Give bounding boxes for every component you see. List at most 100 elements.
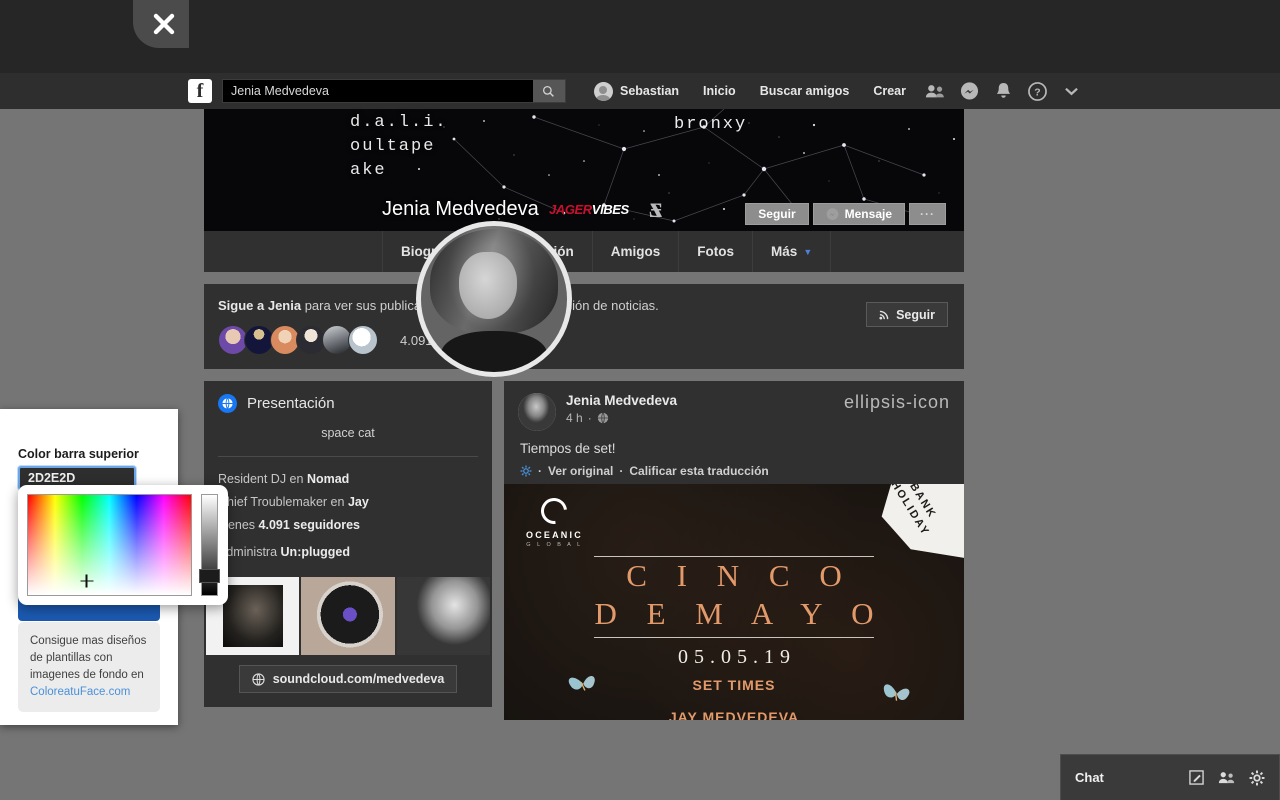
intro-detail-work: Resident DJ en Nomad: [218, 469, 478, 490]
follower-avatars-row: 4.091 seguidores: [218, 325, 950, 355]
intro-detail-prefix: Chief Troublemaker en: [218, 495, 348, 509]
jager-text: JAGER: [549, 202, 592, 217]
cover-action-buttons: Seguir Mensaje ···: [745, 203, 946, 225]
follow-card-text: Sigue a Jenia para ver sus publicaciones…: [218, 298, 950, 313]
intro-detail-bold: Nomad: [306, 472, 350, 486]
cover-text: d.a.l.i. oultape ake: [350, 111, 448, 183]
post-header: Jenia Medvedeva 4 h · ellipsis-icon: [504, 381, 964, 431]
nav-link-inicio[interactable]: Inicio: [691, 84, 748, 98]
nav-link-buscar-amigos[interactable]: Buscar amigos: [748, 84, 862, 98]
thumbnail-photo[interactable]: [301, 577, 395, 655]
content-columns: Presentación space cat Resident DJ en No…: [204, 381, 964, 720]
screen: f Sebastian Inicio Buscar amigos Crear: [0, 0, 1280, 800]
cover-text-line-2: oultape: [350, 137, 436, 156]
post-time-separator: ·: [587, 411, 592, 425]
soundcloud-link-label: soundcloud.com/medvedeva: [272, 672, 445, 686]
soundcloud-link-button[interactable]: soundcloud.com/medvedeva: [238, 665, 458, 693]
saturation-value-area[interactable]: [27, 494, 192, 596]
view-original-link[interactable]: Ver original: [548, 464, 613, 478]
cover-text-line-1: d.a.l.i.: [350, 113, 448, 132]
help-icon[interactable]: ?: [1023, 79, 1051, 103]
profile-name: Jenia Medvedeva: [382, 198, 539, 220]
flyer-title-line-2: D E M A Y O: [594, 596, 885, 631]
gear-icon: [520, 465, 532, 477]
cover-more-label: ···: [920, 207, 935, 221]
search-input[interactable]: [223, 80, 533, 102]
intro-title: Presentación: [247, 395, 335, 412]
cover-text-line-3: ake: [350, 161, 387, 180]
post-author-avatar-image: [518, 393, 556, 431]
messenger-icon[interactable]: [955, 79, 983, 103]
follower-avatar[interactable]: [348, 325, 378, 355]
profile-body-shape: [441, 331, 547, 372]
post-author-name[interactable]: Jenia Medvedeva: [566, 393, 677, 408]
chat-label: Chat: [1075, 770, 1104, 785]
vibes-text: VIBES: [591, 202, 629, 217]
color-picker-cursor[interactable]: [80, 574, 94, 588]
flyer-title-line-1: C I N C O: [626, 558, 853, 593]
cover-photo[interactable]: d.a.l.i. oultape ake bronxy Jenia Medved…: [204, 109, 964, 231]
intro-bio: space cat: [321, 426, 375, 440]
extension-promo-note: Consigue mas diseños de plantillas con i…: [18, 622, 160, 712]
chat-bar[interactable]: Chat: [1060, 754, 1280, 800]
tab-amigos[interactable]: Amigos: [591, 231, 679, 272]
chevron-down-icon[interactable]: [1057, 79, 1085, 103]
color-field-label: Color barra superior: [18, 447, 139, 461]
intro-link-row: soundcloud.com/medvedeva: [204, 655, 492, 707]
coloreatuface-link[interactable]: ColoreatuFace.com: [30, 686, 130, 698]
thumbnail-photo[interactable]: [396, 577, 490, 655]
follow-button[interactable]: Seguir: [866, 302, 948, 327]
search-box[interactable]: [222, 79, 566, 103]
follow-button-label: Seguir: [896, 307, 935, 322]
account-name-label: Sebastian: [619, 84, 680, 98]
post-timestamp-row: 4 h ·: [566, 411, 677, 425]
desktop-top-band: [0, 0, 1280, 73]
search-icon[interactable]: [532, 80, 565, 102]
follower-avatars: [218, 325, 378, 355]
facebook-logo-icon[interactable]: f: [188, 79, 212, 103]
tab-fotos[interactable]: Fotos: [678, 231, 752, 272]
flyer-artist: JAY MEDVEDEVA: [668, 709, 800, 720]
globe-icon: [597, 412, 608, 424]
post-author-avatar[interactable]: [518, 393, 556, 431]
nav-link-crear[interactable]: Crear: [861, 84, 918, 98]
brightness-slider[interactable]: [199, 494, 220, 596]
color-picker-popup[interactable]: [18, 485, 228, 605]
cover-message-button[interactable]: Mensaje: [812, 203, 905, 225]
profile-picture[interactable]: [416, 221, 572, 377]
facebook-navbar: f Sebastian Inicio Buscar amigos Crear: [0, 73, 1280, 109]
intro-detail-admin: Administra Un:plugged: [218, 542, 478, 563]
post-body: Tiempos de set! · Ver original · Calific…: [504, 431, 964, 484]
gear-icon[interactable]: [1249, 770, 1265, 786]
globe-icon: [252, 672, 265, 686]
post-menu-icon[interactable]: ellipsis-icon: [844, 393, 950, 411]
rss-icon: [879, 310, 889, 320]
intro-header: Presentación: [204, 381, 492, 422]
compose-icon[interactable]: [1189, 770, 1204, 785]
friends-icon[interactable]: [1218, 771, 1235, 784]
cover-more-button[interactable]: ···: [909, 203, 946, 225]
profile-picture-image: [421, 226, 567, 372]
rate-translation-link[interactable]: Calificar esta traducción: [629, 464, 768, 478]
close-icon[interactable]: [133, 0, 189, 48]
intro-detail-followers: Tienes 4.091 seguidores: [218, 515, 478, 536]
post-image[interactable]: OCEANIC G L O B A L BANK HOLIDAY C I N C…: [504, 484, 964, 720]
profile-tabs: Biografía Información Amigos Fotos Más ▼: [204, 231, 964, 272]
oceanic-brand: OCEANIC: [526, 530, 583, 540]
tab-amigos-label: Amigos: [610, 244, 661, 259]
oceanic-ring-icon: [536, 492, 573, 530]
butterfly-icon: [883, 684, 910, 701]
intro-detail-bold: 4.091 seguidores: [258, 518, 360, 532]
cover-follow-button[interactable]: Seguir: [745, 203, 809, 225]
notifications-icon[interactable]: [989, 79, 1017, 103]
account-name-button[interactable]: Sebastian: [582, 81, 691, 101]
avatar: [593, 81, 613, 101]
tab-mas[interactable]: Más ▼: [752, 231, 832, 272]
left-column: Presentación space cat Resident DJ en No…: [204, 381, 492, 720]
friend-requests-icon[interactable]: [921, 79, 949, 103]
intro-photo-thumbnails: [204, 571, 492, 655]
divider: [594, 637, 874, 638]
intro-details-list: Resident DJ en Nomad Chief Troublemaker …: [204, 457, 492, 571]
post-timestamp[interactable]: 4 h: [566, 411, 583, 425]
brightness-slider-handle[interactable]: [199, 569, 220, 583]
